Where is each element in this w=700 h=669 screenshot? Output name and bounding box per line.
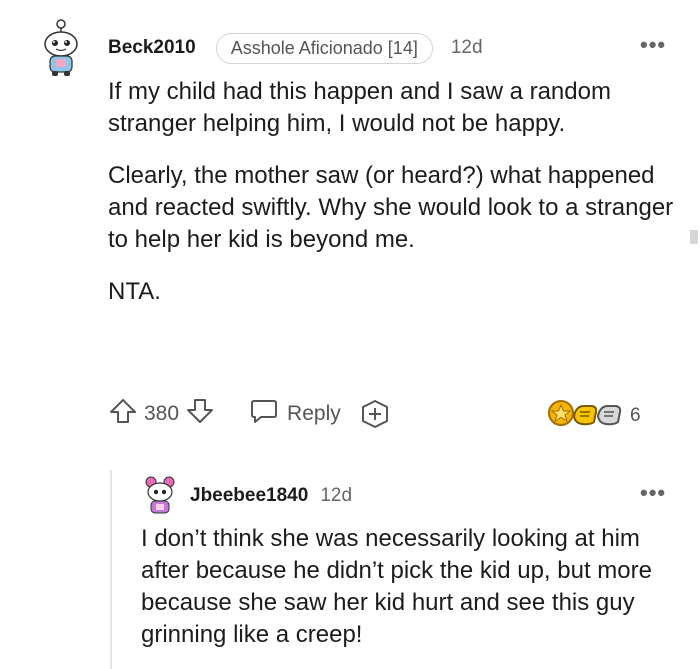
award-count: 6 <box>630 404 641 426</box>
timestamp[interactable]: 12d <box>451 37 483 59</box>
downvote-arrow-icon[interactable] <box>185 397 215 431</box>
add-award-icon[interactable] <box>359 399 391 429</box>
vote-group: 380 <box>108 397 215 431</box>
thread-line[interactable] <box>110 470 112 669</box>
upvote-arrow-icon[interactable] <box>108 397 138 431</box>
comment-paragraph: If my child had this happen and I saw a … <box>108 78 611 137</box>
comment-paragraph: NTA. <box>108 278 161 305</box>
username[interactable]: Beck2010 <box>108 37 196 59</box>
awards-group[interactable]: 6 <box>546 398 641 433</box>
comment-actions: 380 Reply 6 <box>108 396 668 432</box>
reply-label: Reply <box>287 402 341 425</box>
comment-paragraph: Clearly, the mother saw (or heard?) what… <box>108 162 674 253</box>
snoo-avatar-icon[interactable] <box>141 476 179 516</box>
reply-header: Jbeebee1840 12d <box>190 482 352 510</box>
comment-header: Beck2010 Asshole Aficionado [14] 12d <box>108 30 483 66</box>
comment-body: If my child had this happen and I saw a … <box>108 76 678 328</box>
silver-award-icon <box>594 398 624 433</box>
scroll-marker <box>690 230 698 244</box>
comment-bubble-icon <box>249 397 279 431</box>
vote-count: 380 <box>144 402 180 425</box>
reply-button[interactable]: Reply <box>249 397 341 431</box>
more-options-icon[interactable]: ••• <box>640 34 666 56</box>
reply-body: I don’t think she was necessarily lookin… <box>141 525 652 648</box>
more-options-icon[interactable]: ••• <box>640 482 666 504</box>
username[interactable]: Jbeebee1840 <box>190 485 308 507</box>
timestamp[interactable]: 12d <box>320 485 352 507</box>
snoo-avatar-icon[interactable] <box>38 18 84 78</box>
user-flair: Asshole Aficionado [14] <box>215 32 433 64</box>
